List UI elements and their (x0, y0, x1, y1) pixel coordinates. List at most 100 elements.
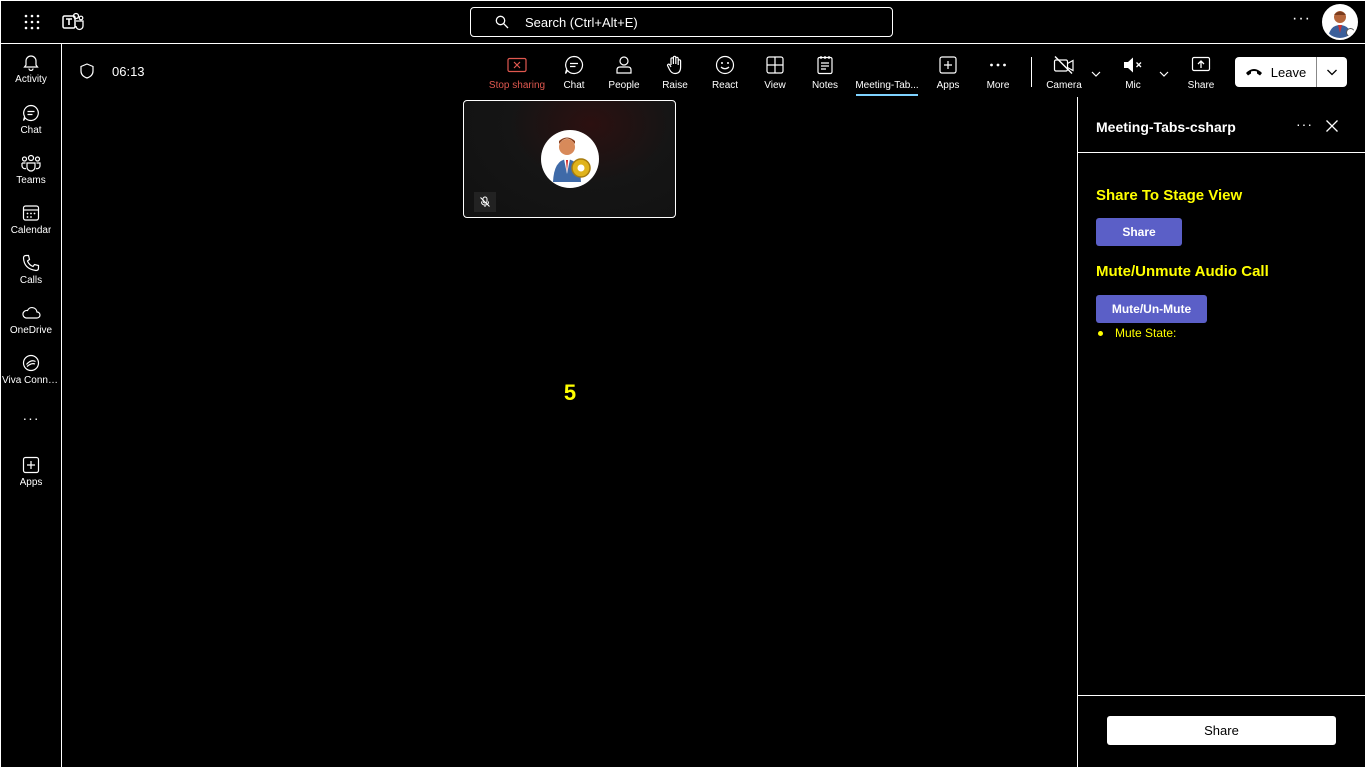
toolbar-label: Mic (1125, 80, 1141, 91)
chat-icon (21, 103, 41, 123)
more-button[interactable]: More (970, 54, 1026, 91)
hang-up-icon (1245, 65, 1263, 80)
calendar-icon (21, 203, 41, 223)
view-button[interactable]: View (747, 54, 803, 91)
rail-item-onedrive[interactable]: OneDrive (0, 303, 62, 336)
app-launcher-icon[interactable] (22, 12, 42, 32)
share-to-stage-heading: Share To Stage View (1096, 187, 1243, 204)
toolbar-label: Stop sharing (488, 80, 546, 91)
search-placeholder: Search (Ctrl+Alt+E) (525, 14, 638, 30)
react-icon (714, 54, 736, 76)
leave-options-chevron-icon[interactable] (1317, 57, 1347, 87)
leave-button[interactable]: Leave (1235, 57, 1347, 87)
footer-share-button[interactable]: Share (1107, 716, 1336, 745)
chat-button[interactable]: Chat (546, 54, 602, 91)
rail-item-viva-connections[interactable]: Viva Conne... (0, 353, 62, 386)
share-icon (1190, 54, 1212, 76)
mic-off-icon (1122, 54, 1144, 76)
stage-content-number: 5 (563, 380, 577, 405)
mute-unmute-button[interactable]: Mute/Un-Mute (1096, 295, 1207, 323)
app-rail: Activity Chat Teams Calendar Calls OneDr… (0, 44, 62, 768)
rail-more-button[interactable]: ··· (0, 410, 62, 426)
rail-item-label: OneDrive (9, 325, 53, 336)
title-bar: Search (Ctrl+Alt+E) ··· (0, 0, 1366, 44)
participant-avatar (541, 130, 599, 188)
toolbar-label: Meeting-Tab... (855, 80, 919, 91)
search-input[interactable]: Search (Ctrl+Alt+E) (470, 7, 893, 37)
people-button[interactable]: People (596, 54, 652, 91)
stop-sharing-icon (506, 54, 528, 76)
raise-hand-icon (664, 54, 686, 76)
rail-item-calendar[interactable]: Calendar (0, 203, 62, 236)
camera-options-chevron-icon[interactable] (1090, 66, 1102, 77)
rail-item-label: Calendar (10, 225, 52, 236)
mic-options-chevron-icon[interactable] (1158, 66, 1170, 77)
teams-icon (21, 153, 41, 173)
toolbar-label: Notes (811, 80, 839, 91)
settings-more-icon[interactable]: ··· (1292, 10, 1311, 28)
panel-title: Meeting-Tabs-csharp (1096, 119, 1236, 135)
toolbar-label: People (608, 80, 640, 91)
share-to-stage-button[interactable]: Share (1096, 218, 1182, 246)
toolbar-divider (1031, 57, 1032, 87)
participant-video-tile[interactable] (463, 100, 676, 218)
add-apps-icon (21, 455, 41, 475)
rail-item-activity[interactable]: Activity (0, 52, 62, 85)
chat-icon (563, 54, 585, 76)
rail-item-calls[interactable]: Calls (0, 253, 62, 286)
add-apps-icon (937, 54, 959, 76)
rail-item-label: Viva Conne... (2, 375, 60, 386)
mute-state-item: Mute State: (1098, 326, 1176, 340)
react-button[interactable]: React (697, 54, 753, 91)
shield-icon[interactable] (79, 63, 95, 79)
rail-item-chat[interactable]: Chat (0, 103, 62, 136)
participant-mic-off-icon (474, 192, 496, 212)
toolbar-label: Raise (662, 80, 688, 91)
close-icon[interactable] (1324, 118, 1340, 134)
mute-unmute-heading: Mute/Unmute Audio Call (1096, 263, 1269, 280)
camera-off-icon (1053, 54, 1075, 76)
rail-item-label: Teams (16, 175, 46, 186)
panel-header: Meeting-Tabs-csharp ··· (1078, 97, 1366, 153)
panel-footer: Share (1078, 695, 1366, 768)
meeting-tab-icon (876, 54, 898, 76)
avatar[interactable] (1322, 4, 1358, 40)
mic-button[interactable]: Mic (1105, 54, 1161, 91)
cloud-icon (21, 303, 41, 323)
camera-button[interactable]: Camera (1036, 54, 1092, 91)
more-icon (987, 54, 1009, 76)
people-icon (613, 54, 635, 76)
toolbar-label: View (764, 80, 786, 91)
toolbar-label: Camera (1046, 80, 1082, 91)
notes-icon (814, 54, 836, 76)
toolbar-label: Apps (936, 80, 960, 91)
meeting-tab-panel: Meeting-Tabs-csharp ··· Share To Stage V… (1077, 97, 1366, 768)
viva-connections-icon (21, 353, 41, 373)
share-button[interactable]: Share (1173, 54, 1229, 91)
bell-icon (21, 52, 41, 72)
meeting-timer: 06:13 (112, 64, 145, 79)
toolbar-label: Share (1187, 80, 1215, 91)
more-icon: ··· (22, 410, 40, 426)
toolbar-label: More (986, 80, 1010, 91)
leave-main-button[interactable]: Leave (1235, 57, 1317, 87)
view-icon (764, 54, 786, 76)
raise-hand-button[interactable]: Raise (647, 54, 703, 91)
rail-item-label: Apps (19, 477, 43, 488)
rail-item-label: Chat (20, 125, 42, 136)
leave-label: Leave (1270, 64, 1307, 80)
phone-icon (21, 253, 41, 273)
rail-item-label: Calls (19, 275, 43, 286)
panel-more-icon[interactable]: ··· (1296, 116, 1313, 132)
stop-sharing-button[interactable]: Stop sharing (489, 54, 545, 91)
toolbar-label: Chat (563, 80, 585, 91)
search-icon (495, 14, 511, 30)
meeting-tab-button[interactable]: Meeting-Tab... (852, 54, 922, 91)
bullet-icon (1098, 330, 1103, 336)
notes-button[interactable]: Notes (797, 54, 853, 91)
rail-item-apps[interactable]: Apps (0, 455, 62, 488)
apps-button[interactable]: Apps (920, 54, 976, 91)
mute-state-label: Mute State: (1115, 326, 1177, 340)
rail-item-teams[interactable]: Teams (0, 153, 62, 186)
toolbar-label: React (711, 80, 739, 91)
